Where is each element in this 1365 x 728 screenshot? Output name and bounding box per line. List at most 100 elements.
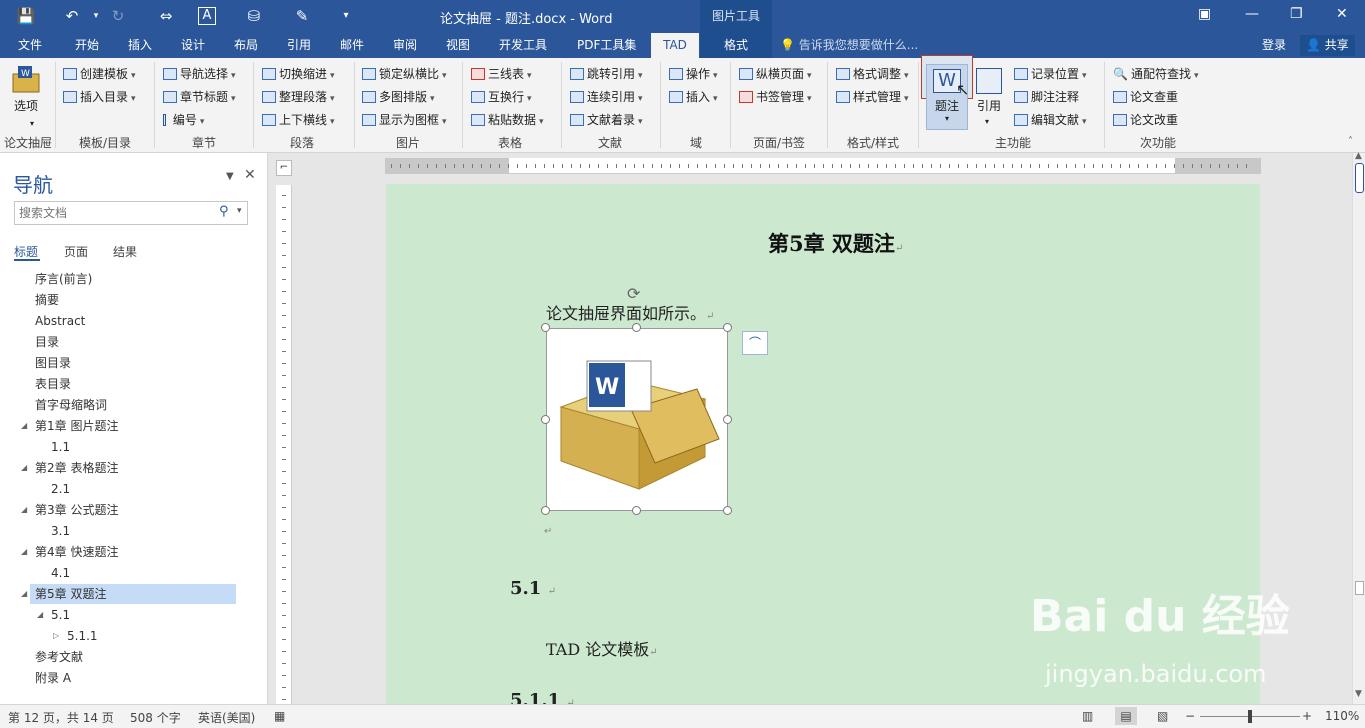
top-bottom-line-button[interactable]: 上下横线 ▾ bbox=[262, 110, 335, 130]
ref-list-button[interactable]: 文献着录 ▾ bbox=[570, 110, 643, 130]
layout-icon[interactable]: ⇔ bbox=[154, 5, 178, 27]
language-indicator[interactable]: 英语(美国) bbox=[198, 709, 255, 726]
nav-heading-item[interactable]: 摘要 bbox=[35, 290, 59, 310]
tab-references[interactable]: 引用 bbox=[283, 33, 315, 58]
operate-button[interactable]: 操作 ▾ bbox=[669, 64, 718, 84]
nav-heading-item[interactable]: 4.1 bbox=[51, 563, 70, 583]
nav-heading-item[interactable]: ▷ 5.1.1 bbox=[53, 626, 98, 646]
resize-handle[interactable] bbox=[632, 323, 641, 332]
resize-handle[interactable] bbox=[723, 506, 732, 515]
drawer-icon[interactable]: W bbox=[10, 64, 46, 98]
body-text-tad[interactable]: TAD 论文模板↵ bbox=[546, 636, 658, 660]
nav-heading-item[interactable]: ◢ 第5章 双题注 bbox=[21, 584, 236, 604]
tab-stop-selector[interactable]: ⌐ bbox=[276, 160, 292, 176]
section-heading-5-1[interactable]: 5.1 ↵ bbox=[510, 578, 556, 599]
nav-options-icon[interactable]: ▼ bbox=[226, 171, 234, 182]
expand-arrow-icon[interactable]: ▷ bbox=[53, 626, 59, 646]
nav-heading-item[interactable]: 首字母缩略词 bbox=[35, 395, 107, 415]
nav-heading-item[interactable]: 图目录 bbox=[35, 353, 71, 373]
nav-heading-item[interactable]: 附录 A bbox=[35, 668, 71, 688]
options-dropdown-icon[interactable]: ▾ bbox=[30, 114, 34, 134]
search-icon[interactable]: ⚲ bbox=[219, 204, 229, 219]
format-adjust-button[interactable]: 格式调整 ▾ bbox=[836, 64, 909, 84]
insert-field-button[interactable]: 插入 ▾ bbox=[669, 87, 718, 107]
insert-toc-button[interactable]: 插入目录 ▾ bbox=[63, 87, 136, 107]
word-count[interactable]: 508 个字 bbox=[130, 709, 181, 726]
ribbon-display-icon[interactable]: ▣ bbox=[1198, 6, 1211, 22]
toggle-indent-button[interactable]: 切换缩进 ▾ bbox=[262, 64, 335, 84]
share-button[interactable]: 👤 共享 bbox=[1300, 35, 1355, 56]
macro-icon[interactable]: ▦ bbox=[274, 709, 285, 723]
create-template-button[interactable]: 创建模板 ▾ bbox=[63, 64, 136, 84]
collapse-ribbon-icon[interactable]: ˄ bbox=[1348, 136, 1353, 147]
nav-heading-item[interactable]: 1.1 bbox=[51, 437, 70, 457]
nav-heading-item[interactable]: 表目录 bbox=[35, 374, 71, 394]
sign-in-link[interactable]: 登录 bbox=[1262, 33, 1286, 58]
collapse-arrow-icon[interactable]: ◢ bbox=[37, 605, 43, 625]
nav-tab-headings[interactable]: 标题 bbox=[14, 243, 38, 260]
resize-handle[interactable] bbox=[541, 506, 550, 515]
undo-icon[interactable]: ↶ bbox=[60, 5, 84, 27]
nav-heading-item[interactable]: 序言(前言) bbox=[35, 269, 92, 289]
restore-icon[interactable]: ❐ bbox=[1290, 6, 1303, 22]
paint-icon[interactable]: ⛁ bbox=[242, 5, 266, 27]
minimize-icon[interactable]: — bbox=[1245, 6, 1259, 22]
jump-ref-button[interactable]: 跳转引用 ▾ bbox=[570, 64, 643, 84]
nav-heading-item[interactable]: ◢ 第4章 快速题注 bbox=[21, 542, 118, 562]
three-line-button[interactable]: 三线表 ▾ bbox=[471, 64, 532, 84]
tab-mailings[interactable]: 邮件 bbox=[336, 33, 368, 58]
edit-ref-button[interactable]: 编辑文献 ▾ bbox=[1014, 110, 1087, 130]
dup-check-button[interactable]: 论文查重 bbox=[1113, 87, 1178, 107]
vertical-scrollbar[interactable]: ▲ ▼ bbox=[1352, 151, 1365, 704]
web-layout-icon[interactable]: ▧ bbox=[1157, 709, 1168, 723]
collapse-arrow-icon[interactable]: ◢ bbox=[21, 458, 27, 478]
resize-handle[interactable] bbox=[541, 323, 550, 332]
collapse-arrow-icon[interactable]: ◢ bbox=[21, 416, 27, 436]
nav-heading-item[interactable]: ◢ 5.1 bbox=[37, 605, 70, 625]
nav-close-icon[interactable]: ✕ bbox=[244, 167, 256, 183]
tab-view[interactable]: 视图 bbox=[442, 33, 474, 58]
wildcard-search-button[interactable]: 🔍 通配符查找 ▾ bbox=[1113, 64, 1199, 84]
nav-heading-item[interactable]: 目录 bbox=[35, 332, 59, 352]
collapse-arrow-icon[interactable]: ◢ bbox=[21, 584, 27, 604]
tab-developer[interactable]: 开发工具 bbox=[495, 33, 551, 58]
resize-handle[interactable] bbox=[723, 415, 732, 424]
layout-options-icon[interactable]: ⌒ bbox=[742, 331, 768, 355]
tab-tad[interactable]: TAD bbox=[651, 33, 699, 58]
nav-heading-item[interactable]: 参考文献 bbox=[35, 647, 83, 667]
nav-heading-item[interactable]: 2.1 bbox=[51, 479, 70, 499]
options-button[interactable]: 选项 bbox=[14, 96, 38, 116]
paste-data-button[interactable]: 粘贴数据 ▾ bbox=[471, 110, 544, 130]
brush-icon[interactable]: ✎ bbox=[290, 5, 314, 27]
nav-search-input[interactable] bbox=[15, 202, 205, 224]
chapter-heading[interactable]: 第5章 双题注↵ bbox=[768, 228, 903, 258]
record-pos-button[interactable]: 记录位置 ▾ bbox=[1014, 64, 1087, 84]
zoom-in-icon[interactable]: + bbox=[1302, 709, 1312, 723]
citation-dropdown-icon[interactable]: ▾ bbox=[985, 112, 989, 132]
nav-select-button[interactable]: 导航选择 ▾ bbox=[163, 64, 236, 84]
resize-handle[interactable] bbox=[723, 323, 732, 332]
close-icon[interactable]: ✕ bbox=[1336, 6, 1348, 22]
horizontal-ruler[interactable] bbox=[385, 158, 1261, 174]
collapse-arrow-icon[interactable]: ◢ bbox=[21, 500, 27, 520]
bookmark-mgmt-button[interactable]: 书签管理 ▾ bbox=[739, 87, 812, 107]
chapter-title-button[interactable]: 章节标题 ▾ bbox=[163, 87, 236, 107]
nav-heading-item[interactable]: Abstract bbox=[35, 311, 85, 331]
nav-heading-item[interactable]: ◢ 第3章 公式题注 bbox=[21, 500, 118, 520]
tab-home[interactable]: 开始 bbox=[71, 33, 103, 58]
tab-file[interactable]: 文件 bbox=[14, 33, 46, 58]
lock-ratio-button[interactable]: 锁定纵横比 ▾ bbox=[362, 64, 447, 84]
numbering-button[interactable]: 编号 ▾ bbox=[163, 110, 204, 130]
tab-layout[interactable]: 布局 bbox=[230, 33, 262, 58]
vertical-ruler[interactable] bbox=[276, 185, 292, 704]
tab-review[interactable]: 审阅 bbox=[389, 33, 421, 58]
resize-handle[interactable] bbox=[632, 506, 641, 515]
zoom-out-icon[interactable]: − bbox=[1185, 709, 1195, 723]
scroll-up-icon[interactable]: ▲ bbox=[1355, 151, 1362, 161]
cont-ref-button[interactable]: 连续引用 ▾ bbox=[570, 87, 643, 107]
zoom-level[interactable]: 110% bbox=[1325, 709, 1359, 723]
tab-format[interactable]: 格式 bbox=[700, 33, 772, 58]
save-icon[interactable]: 💾 bbox=[14, 5, 38, 27]
show-frame-button[interactable]: 显示为图框 ▾ bbox=[362, 110, 447, 130]
search-dropdown-icon[interactable]: ▾ bbox=[237, 206, 242, 216]
